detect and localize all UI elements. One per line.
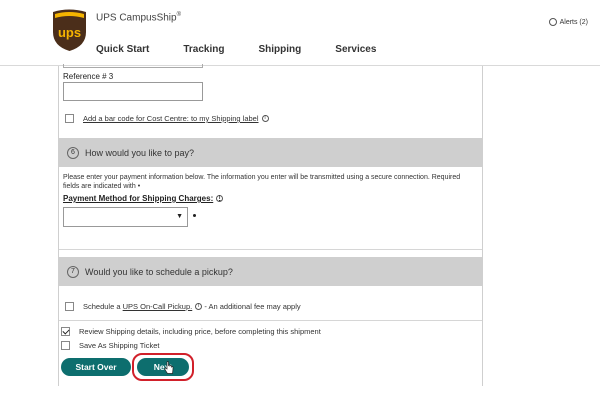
dropdown-arrow-icon: ▼	[176, 213, 183, 220]
info-icon[interactable]: i	[261, 115, 269, 122]
nav-tracking[interactable]: Tracking	[183, 44, 224, 55]
clock-info-icon[interactable]: i	[216, 195, 224, 202]
section-divider	[59, 249, 482, 250]
alerts-label: Alerts (2)	[559, 18, 588, 26]
nav-shipping[interactable]: Shipping	[259, 44, 302, 55]
pickup-section-title: Would you like to schedule a pickup?	[85, 266, 233, 277]
payment-description-text: Please enter your payment information be…	[63, 174, 461, 190]
pickup-checkbox[interactable]	[65, 302, 74, 311]
pickup-option: Schedule a UPS On-Call Pickup. i - An ad…	[65, 302, 301, 311]
payment-method-label: Payment Method for Shipping Charges: i	[63, 194, 224, 203]
payment-method-label-text: Payment Method for Shipping Charges:	[63, 194, 214, 203]
step-number-badge: 7	[67, 265, 79, 278]
ticket-checkbox[interactable]	[61, 341, 70, 350]
barcode-link[interactable]: Add a bar code for Cost Centre: to my Sh…	[83, 114, 259, 123]
reference-3-label: Reference # 3	[63, 72, 114, 81]
payment-description: Please enter your payment information be…	[63, 173, 463, 191]
review-checkbox[interactable]	[61, 327, 70, 336]
previous-field-edge	[63, 64, 203, 68]
start-over-button[interactable]: Start Over	[61, 358, 131, 376]
pickup-section-header: 7 Would you like to schedule a pickup?	[59, 257, 482, 286]
nav-quick-start[interactable]: Quick Start	[96, 44, 149, 55]
barcode-checkbox[interactable]	[65, 114, 74, 123]
section-divider	[59, 320, 482, 321]
step-number-badge: 6	[67, 146, 79, 159]
payment-method-select[interactable]: ▼	[63, 207, 188, 227]
app-title: UPS CampusShip®	[96, 12, 181, 23]
clock-icon	[548, 18, 557, 26]
on-call-pickup-link[interactable]: UPS On-Call Pickup.	[123, 302, 193, 311]
top-bar: ups UPS CampusShip® Quick Start Tracking…	[0, 0, 600, 66]
app-title-text: UPS CampusShip	[96, 12, 177, 24]
barcode-option: Add a bar code for Cost Centre: to my Sh…	[65, 114, 269, 123]
logo-text: ups	[58, 25, 81, 40]
registered-mark: ®	[176, 12, 182, 18]
ups-logo[interactable]: ups	[51, 8, 88, 52]
alerts-link[interactable]: Alerts (2)	[548, 18, 588, 26]
ticket-label: Save As Shipping Ticket	[79, 341, 160, 350]
required-indicator	[193, 214, 196, 217]
next-button[interactable]: Next	[137, 358, 189, 376]
nav-services[interactable]: Services	[335, 44, 376, 55]
main-nav: Quick Start Tracking Shipping Services	[96, 44, 410, 55]
ticket-option: Save As Shipping Ticket	[61, 341, 159, 350]
shipment-form: Reference # 3 Add a bar code for Cost Ce…	[58, 64, 483, 386]
hand-cursor-icon	[164, 361, 174, 374]
review-label: Review Shipping details, including price…	[79, 327, 321, 336]
payment-section-title: How would you like to pay?	[85, 147, 195, 158]
payment-section-header: 6 How would you like to pay?	[59, 138, 482, 167]
pickup-fee-note: - An additional fee may apply	[204, 302, 301, 311]
reference-3-input[interactable]	[63, 82, 203, 101]
pickup-prefix: Schedule a	[83, 302, 121, 311]
info-icon[interactable]: i	[195, 303, 203, 310]
review-option: Review Shipping details, including price…	[61, 327, 321, 336]
required-dot-icon: •	[137, 183, 141, 190]
